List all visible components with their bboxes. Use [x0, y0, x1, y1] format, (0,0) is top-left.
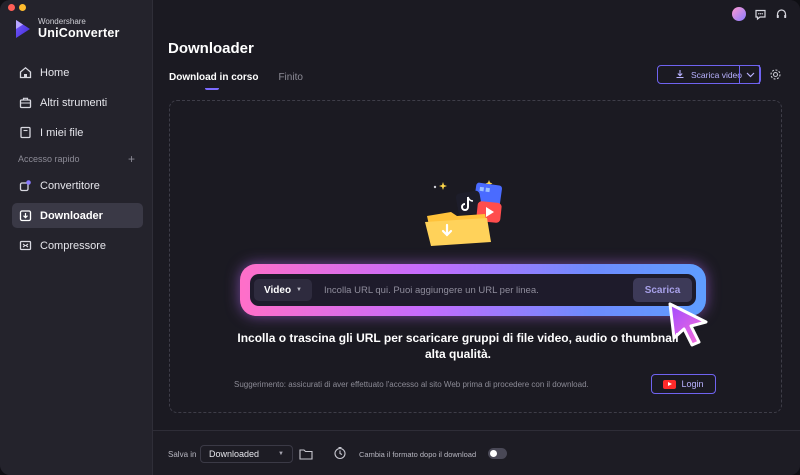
downloader-icon: [18, 209, 32, 223]
sidebar-item-compressor[interactable]: Compressore: [12, 233, 143, 258]
sidebar-nav: Home Altri strumenti I miei file Accesso…: [12, 60, 143, 263]
support-headset-icon[interactable]: [774, 7, 788, 21]
sidebar-item-label: Downloader: [40, 209, 103, 222]
convert-after-download-label: Cambia il formato dopo il download: [359, 450, 477, 459]
convert-after-download-toggle[interactable]: [488, 448, 507, 459]
toolbox-icon: [18, 96, 32, 110]
main-panel: Downloader Download in corso Finito Scar…: [153, 0, 800, 475]
youtube-login-button[interactable]: Login: [651, 374, 716, 394]
home-icon: [18, 66, 32, 80]
quick-access-label: Accesso rapido: [18, 154, 80, 164]
download-tabs: Download in corso Finito: [169, 72, 303, 90]
drop-instructions: Incolla o trascina gli URL per scaricare…: [237, 331, 679, 361]
download-icon: [675, 69, 685, 81]
gear-icon[interactable]: [769, 68, 782, 81]
quick-access-header: Accesso rapido +: [18, 150, 143, 168]
media-type-select[interactable]: Video ▼: [254, 279, 312, 301]
page-title: Downloader: [168, 40, 254, 57]
tab-in-progress[interactable]: Download in corso: [169, 72, 258, 90]
folder-icon[interactable]: [299, 447, 313, 460]
download-video-label: Scarica video: [690, 69, 743, 80]
sidebar: Wondershare UniConverter Home Altri stru…: [0, 0, 153, 475]
url-bar-inner: Video ▼ Scarica: [250, 274, 696, 306]
minimize-window-button[interactable]: [19, 4, 26, 11]
close-window-button[interactable]: [8, 4, 15, 11]
login-hint: Suggerimento: assicurati di aver effettu…: [234, 380, 589, 389]
sidebar-item-home[interactable]: Home: [12, 60, 143, 85]
brand-name: UniConverter: [38, 26, 120, 40]
url-drop-zone[interactable]: [169, 100, 782, 413]
app-window: Wondershare UniConverter Home Altri stru…: [0, 0, 800, 475]
brand-vendor: Wondershare: [38, 17, 86, 26]
sidebar-item-label: Home: [40, 66, 70, 79]
save-in-label: Salva in: [168, 450, 197, 459]
compressor-icon: [18, 239, 32, 253]
download-submit-button[interactable]: Scarica: [633, 278, 692, 302]
brand: Wondershare UniConverter: [13, 17, 120, 40]
sidebar-item-label: Compressore: [40, 239, 107, 252]
youtube-icon: [663, 379, 677, 389]
file-icon: [18, 126, 32, 140]
caret-down-icon: ▼: [278, 451, 284, 457]
avatar[interactable]: [732, 7, 746, 21]
top-toolbar: [732, 7, 788, 21]
chat-icon[interactable]: [753, 7, 767, 21]
sidebar-item-label: I miei file: [40, 126, 84, 139]
timer-icon: [333, 446, 347, 460]
media-type-label: Video: [264, 284, 292, 296]
sidebar-item-my-files[interactable]: I miei file: [12, 120, 143, 145]
converter-icon: [18, 179, 32, 193]
uniconverter-logo-icon: [13, 18, 33, 40]
sidebar-item-label: Convertitore: [40, 179, 100, 192]
save-location-value: Downloaded: [209, 449, 260, 459]
add-quick-access-icon[interactable]: +: [128, 152, 135, 166]
tab-finished[interactable]: Finito: [278, 72, 302, 83]
caret-down-icon: ▼: [296, 287, 302, 293]
url-bar: Video ▼ Scarica: [240, 264, 706, 316]
sidebar-item-other-tools[interactable]: Altri strumenti: [12, 90, 143, 115]
download-options-dropdown[interactable]: [739, 65, 761, 84]
save-location-select[interactable]: Downloaded ▼: [200, 445, 293, 463]
sidebar-item-downloader[interactable]: Downloader: [12, 203, 143, 228]
url-input[interactable]: [312, 279, 633, 301]
sidebar-item-label: Altri strumenti: [40, 96, 108, 109]
downloader-illustration: [423, 178, 503, 248]
sidebar-item-converter[interactable]: Convertitore: [12, 173, 143, 198]
window-controls: [8, 4, 26, 11]
bottom-bar: Salva in Downloaded ▼ Cambia il formato …: [153, 430, 800, 475]
chevron-down-icon: [746, 70, 755, 80]
login-label: Login: [681, 379, 704, 389]
